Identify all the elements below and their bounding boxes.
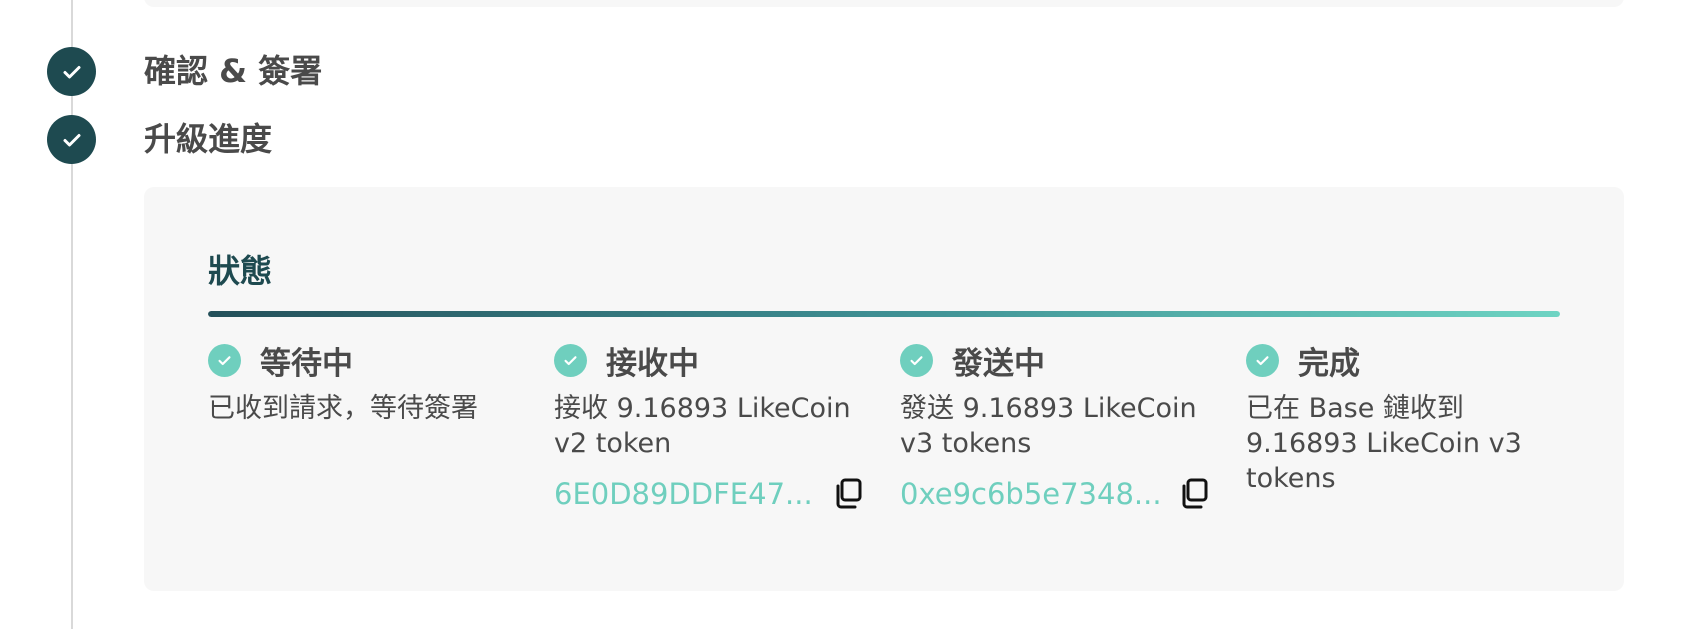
status-heading: 狀態 — [208, 252, 273, 290]
copy-icon[interactable] — [830, 476, 866, 512]
step-title-upgrade-progress: 升級進度 — [144, 120, 273, 158]
stage-title: 等待中 — [260, 345, 353, 382]
progress-bar — [208, 311, 1560, 317]
check-circle-icon — [208, 343, 241, 377]
previous-step-card — [144, 0, 1624, 7]
stage-receiving: 接收中 接收 9.16893 LikeCoin v2 token 6E0D89D… — [554, 343, 866, 514]
check-circle-icon — [1246, 343, 1279, 377]
stage-description: 已在 Base 鏈收到 9.16893 LikeCoin v3 tokens — [1246, 393, 1522, 494]
stage-description: 接收 9.16893 LikeCoin v2 token — [554, 393, 851, 459]
stage-title: 完成 — [1298, 345, 1360, 382]
status-card: 狀態 等待中 已收到請求，等待簽署 接收中 接收 9.16893 LikeCoi… — [144, 187, 1624, 591]
progress-bar-fill — [208, 311, 1560, 317]
copy-icon[interactable] — [1176, 476, 1212, 512]
stage-description: 發送 9.16893 LikeCoin v3 tokens — [900, 393, 1197, 459]
stage-waiting: 等待中 已收到請求，等待簽署 — [208, 343, 520, 426]
tx-hash-link[interactable]: 6E0D89DDFE47... — [554, 477, 813, 511]
stage-title: 發送中 — [952, 345, 1045, 382]
check-circle-icon — [554, 343, 587, 377]
check-circle-icon — [900, 343, 933, 377]
stage-sending: 發送中 發送 9.16893 LikeCoin v3 tokens 0xe9c6… — [900, 343, 1212, 514]
stage-complete: 完成 已在 Base 鏈收到 9.16893 LikeCoin v3 token… — [1246, 343, 1558, 496]
stage-description: 已收到請求，等待簽署 — [208, 393, 478, 424]
step-check-icon — [47, 47, 96, 96]
step-title-confirm-sign: 確認 & 簽署 — [144, 52, 323, 90]
step-check-icon — [47, 115, 96, 164]
upgrade-page: 確認 & 簽署 升級進度 狀態 等待中 已收到請求，等待簽署 接收中 接收 9.… — [0, 0, 1704, 629]
stage-title: 接收中 — [606, 345, 699, 382]
tx-hash-link[interactable]: 0xe9c6b5e7348... — [900, 477, 1162, 511]
